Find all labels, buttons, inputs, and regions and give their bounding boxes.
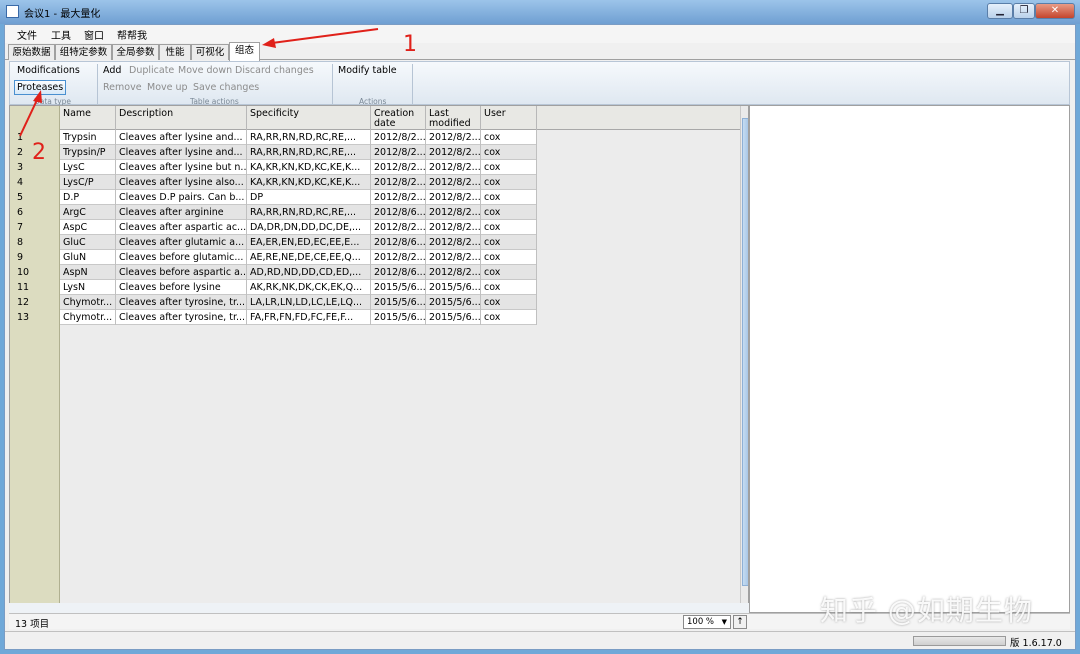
watermark: 知乎 @如期生物 <box>820 594 1033 627</box>
annotation-arrow-1 <box>271 28 379 44</box>
annotation-number-2: 2 <box>32 140 46 165</box>
annotation-arrowhead-1 <box>262 38 276 48</box>
annotation-arrow-2 <box>19 99 38 137</box>
annotation-overlay <box>19 28 379 137</box>
annotation-number-1: 1 <box>403 32 417 57</box>
annotation-arrowhead-2 <box>33 90 42 103</box>
